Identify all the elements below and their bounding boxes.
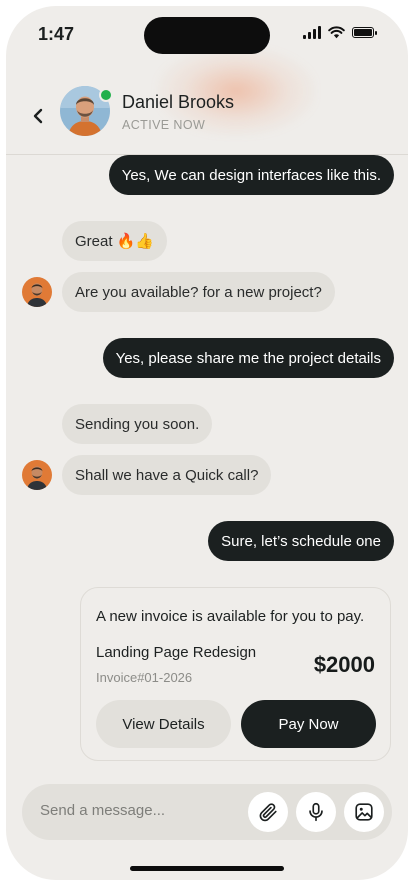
message-bubble-received[interactable]: Sending you soon. [62, 404, 213, 444]
home-indicator [130, 866, 284, 871]
invoice-title: A new invoice is available for you to pa… [96, 608, 365, 625]
phone-screen: 1:47 Daniel Brooks ACTIVE NOW Yes, We ca… [6, 6, 408, 880]
gallery-button[interactable] [344, 792, 384, 832]
invoice-number: Invoice#01-2026 [96, 670, 193, 685]
message-bubble-received[interactable]: Are you available? for a new project? [62, 272, 335, 312]
online-indicator [99, 88, 113, 102]
message-bubble-sent[interactable]: Yes, We can design interfaces like this. [108, 155, 394, 195]
contact-avatar-small [22, 277, 52, 307]
status-time: 1:47 [38, 24, 75, 44]
message-bubble-received[interactable]: Great 🔥👍 [62, 221, 168, 261]
attach-button[interactable] [248, 792, 288, 832]
signal-icon [303, 26, 321, 39]
message-input[interactable]: Send a message... [40, 802, 165, 819]
battery-icon [352, 27, 377, 38]
back-button[interactable] [22, 98, 54, 134]
contact-name: Daniel Brooks [122, 92, 235, 112]
message-composer: Send a message... [22, 784, 392, 840]
microphone-icon [309, 802, 323, 822]
pay-now-button[interactable]: Pay Now [241, 700, 376, 748]
message-bubble-sent[interactable]: Yes, please share me the project details [102, 338, 394, 378]
contact-avatar-small [22, 460, 52, 490]
wifi-icon [328, 26, 345, 39]
invoice-card: A new invoice is available for you to pa… [80, 587, 391, 761]
view-details-button[interactable]: View Details [96, 700, 231, 748]
chevron-left-icon [33, 108, 43, 124]
invoice-item: Landing Page Redesign [96, 644, 257, 661]
message-bubble-received[interactable]: Shall we have a Quick call? [62, 455, 272, 495]
message-bubble-sent[interactable]: Sure, let’s schedule one [208, 521, 394, 561]
dynamic-island [144, 17, 270, 54]
status-icons [303, 26, 377, 39]
microphone-button[interactable] [296, 792, 336, 832]
image-icon [355, 803, 373, 821]
paperclip-icon [259, 803, 277, 822]
contact-status: ACTIVE NOW [122, 118, 206, 132]
invoice-amount: $2000 [313, 652, 375, 677]
